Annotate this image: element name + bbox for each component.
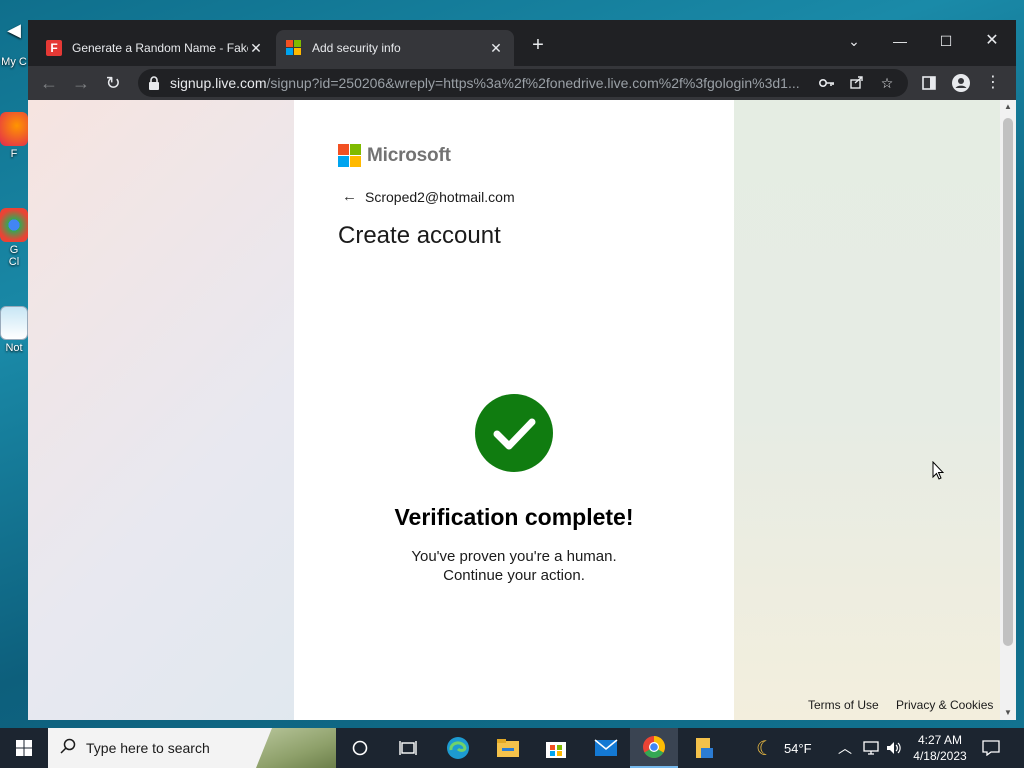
weather-widget[interactable]: ☾ 54°F — [756, 728, 812, 768]
desktop-icon-label: G Cl — [8, 244, 20, 268]
scroll-up-icon[interactable]: ▲ — [1000, 100, 1016, 114]
more-menu-icon[interactable]: ⋮ — [980, 70, 1006, 96]
page-viewport: Microsoft ← Scroped2@hotmail.com Create … — [28, 100, 1000, 720]
minimize-button[interactable]: — — [880, 26, 920, 56]
taskbar-search[interactable]: Type here to search — [48, 728, 336, 768]
verification-title: Verification complete! — [394, 504, 634, 530]
windows-logo-icon — [16, 740, 32, 756]
desktop-icon-label: My C — [1, 56, 27, 68]
bookmark-star-icon[interactable]: ☆ — [876, 75, 898, 92]
chrome-taskbar-icon[interactable] — [630, 728, 678, 768]
back-button[interactable]: ← — [36, 70, 62, 96]
tab-add-security-info[interactable]: Add security info ✕ — [276, 30, 514, 66]
share-icon[interactable] — [846, 75, 868, 92]
notepad-icon — [0, 306, 28, 340]
network-icon[interactable] — [862, 728, 880, 768]
profile-icon[interactable] — [948, 70, 974, 96]
system-clock[interactable]: 4:27 AM 4/18/2023 — [906, 732, 974, 764]
start-button[interactable] — [0, 728, 48, 768]
browser-window: F Generate a Random Name - Fake ✕ Add se… — [28, 20, 1016, 720]
new-tab-button[interactable]: + — [526, 34, 550, 58]
tab-close-icon[interactable]: ✕ — [248, 40, 264, 57]
tab-title: Add security info — [312, 41, 401, 55]
computer-icon: ◀ — [7, 20, 21, 40]
scroll-thumb[interactable] — [1003, 118, 1013, 646]
tab-search-chevron-icon[interactable]: ⌄ — [834, 26, 874, 56]
tab-title: Generate a Random Name - Fake — [72, 41, 248, 55]
desktop-icon-firefox[interactable]: F — [0, 112, 28, 160]
terms-of-use-link[interactable]: Terms of Use — [808, 698, 879, 712]
verification-message: You've proven you're a human. Continue y… — [294, 547, 734, 585]
edge-icon[interactable] — [434, 728, 482, 768]
page-background-right — [734, 100, 1000, 720]
privacy-cookies-link[interactable]: Privacy & Cookies — [896, 698, 993, 712]
reload-button[interactable]: ↻ — [100, 70, 126, 96]
forward-button[interactable]: → — [68, 70, 94, 96]
page-scrollbar[interactable]: ▲ ▼ — [1000, 100, 1016, 720]
microsoft-logo-icon — [338, 144, 361, 167]
volume-icon[interactable] — [886, 728, 902, 768]
back-arrow-icon[interactable]: ← — [342, 188, 357, 205]
microsoft-logo: Microsoft — [338, 144, 451, 167]
side-panel-icon[interactable] — [916, 70, 942, 96]
mouse-cursor-icon — [932, 461, 944, 480]
moon-weather-icon: ☾ — [756, 737, 774, 760]
clock-time: 4:27 AM — [917, 733, 963, 747]
scroll-down-icon[interactable]: ▼ — [1000, 706, 1016, 720]
search-icon — [60, 738, 76, 759]
cortana-icon[interactable] — [336, 728, 384, 768]
notifications-icon[interactable] — [982, 728, 1000, 768]
desktop-icon-label: Not — [5, 342, 23, 354]
verification-line-1: You've proven you're a human. — [411, 548, 617, 565]
chrome-icon — [0, 208, 28, 242]
file-explorer-icon[interactable] — [484, 728, 532, 768]
url-text: signup.live.com/signup?id=250206&wreply=… — [170, 75, 800, 91]
notepad-taskbar-icon[interactable] — [680, 728, 728, 768]
store-icon[interactable] — [532, 728, 580, 768]
address-bar[interactable]: signup.live.com/signup?id=250206&wreply=… — [138, 69, 908, 97]
fake-name-favicon-icon: F — [46, 40, 62, 56]
checkmark-icon — [475, 394, 553, 472]
show-hidden-icons-chevron-icon[interactable]: ︿ — [838, 728, 852, 768]
desktop-icon-my-computer[interactable]: ◀ My C — [0, 10, 28, 68]
close-window-button[interactable]: ✕ — [972, 26, 1012, 56]
desktop-icon-label: F — [10, 148, 18, 160]
desktop-icon-notepad[interactable]: Not — [0, 306, 28, 354]
browser-toolbar: ← → ↻ signup.live.com/signup?id=250206&w… — [28, 66, 1016, 100]
signup-card: Microsoft ← Scroped2@hotmail.com Create … — [294, 100, 734, 720]
maximize-button[interactable]: ☐ — [926, 26, 966, 56]
weather-temp: 54°F — [783, 740, 812, 756]
search-highlight-illustration — [256, 728, 336, 768]
identity-email: Scroped2@hotmail.com — [365, 188, 515, 205]
desktop-icon-chrome[interactable]: G Cl — [0, 208, 28, 268]
lock-icon — [148, 76, 160, 90]
tab-close-icon[interactable]: ✕ — [488, 40, 504, 57]
microsoft-favicon-icon — [286, 40, 302, 56]
tab-fake-name[interactable]: F Generate a Random Name - Fake ✕ — [36, 30, 274, 66]
firefox-icon — [0, 112, 28, 146]
password-key-icon[interactable] — [816, 75, 838, 91]
identity-banner[interactable]: ← Scroped2@hotmail.com — [342, 188, 515, 205]
verification-line-2: Continue your action. — [443, 567, 585, 584]
tab-strip: F Generate a Random Name - Fake ✕ Add se… — [28, 20, 1016, 66]
page-title: Create account — [338, 222, 501, 249]
clock-date: 4/18/2023 — [913, 749, 967, 763]
brand-name: Microsoft — [367, 144, 451, 166]
task-view-icon[interactable] — [384, 728, 432, 768]
mail-icon[interactable] — [582, 728, 630, 768]
search-placeholder: Type here to search — [86, 740, 210, 756]
taskbar: Type here to search ☾ 54°F ︿ 4:27 AM 4/1… — [0, 728, 1024, 768]
